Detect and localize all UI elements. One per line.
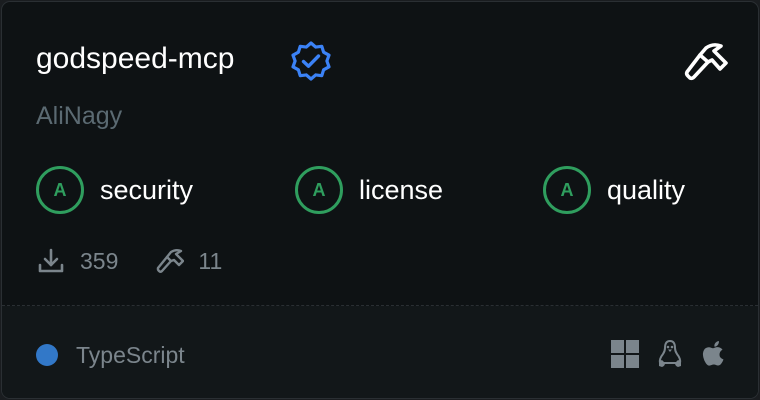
license-grade-badge: A — [295, 166, 343, 214]
language-color-dot — [36, 344, 58, 366]
security-grade-label: security — [100, 174, 194, 205]
tools-count: 11 — [198, 247, 223, 274]
license-grade: A license — [295, 166, 443, 214]
quality-grade-badge: A — [543, 166, 591, 214]
author-name[interactable]: AliNagy — [36, 99, 122, 133]
verified-badge-icon — [291, 41, 331, 81]
tools-hammer-icon — [157, 249, 185, 273]
license-grade-label: license — [359, 174, 444, 205]
hammer-icon[interactable] — [681, 39, 729, 83]
stats-row: 359 11 — [36, 242, 222, 280]
security-grade: A security — [36, 166, 193, 214]
apple-icon — [702, 341, 724, 366]
language-label: TypeScript — [76, 342, 185, 368]
security-grade-badge: A — [36, 166, 84, 214]
download-count: 359 — [80, 247, 119, 274]
linux-icon — [658, 340, 682, 367]
card-footer: TypeScript — [2, 306, 758, 398]
download-icon — [38, 248, 64, 273]
quality-grade: A quality — [543, 166, 685, 214]
quality-grade-label: quality — [607, 174, 686, 205]
windows-icon — [611, 340, 639, 368]
server-card[interactable]: godspeed-mcp AliNagy A security A licens… — [1, 1, 759, 399]
server-name[interactable]: godspeed-mcp — [36, 39, 234, 79]
